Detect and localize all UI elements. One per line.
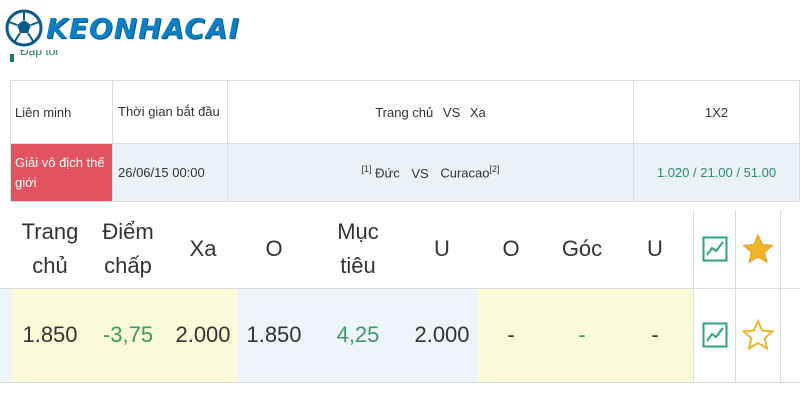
logo-text: KEONHACAI bbox=[46, 11, 240, 45]
value-away-odds[interactable]: 2.000 bbox=[166, 288, 240, 382]
col-goals: Mục tiêu 4,25 bbox=[318, 210, 398, 382]
away-team[interactable]: Curacao bbox=[440, 166, 489, 181]
favorite-star-filled-icon[interactable] bbox=[736, 210, 780, 288]
header-under-goals: U bbox=[434, 236, 450, 261]
col-home: Trang chủ 1.850 bbox=[12, 210, 88, 382]
value-over-corners: - bbox=[507, 322, 515, 347]
odds-panel: Trang chủ 1.850 Điểm chấp -3,75 Xa 2.000… bbox=[0, 210, 800, 383]
header-goals: Mục tiêu bbox=[337, 219, 379, 278]
header-vs: VS bbox=[442, 104, 461, 120]
match-table: Liên minh Thời gian bắt đầu Trang chủ VS… bbox=[10, 80, 800, 202]
value-corners: - bbox=[578, 322, 586, 347]
stats-chart-icon[interactable] bbox=[694, 288, 735, 382]
col-corners: Góc - bbox=[544, 210, 620, 382]
away-rank: [2] bbox=[489, 164, 500, 175]
value-over-goals[interactable]: 1.850 bbox=[238, 288, 310, 382]
bullet-icon bbox=[10, 53, 14, 62]
header-corners: Góc bbox=[561, 236, 603, 261]
header-league: Liên minh bbox=[10, 80, 113, 144]
header-under-corners: U bbox=[647, 236, 663, 261]
header-start-time: Thời gian bắt đầu bbox=[112, 80, 228, 144]
match-table-header: Liên minh Thời gian bắt đầu Trang chủ VS… bbox=[10, 80, 800, 144]
home-rank: [1] bbox=[361, 164, 372, 175]
header-home: Trang chủ bbox=[375, 104, 434, 120]
favorite-star-outline-icon[interactable] bbox=[736, 288, 780, 382]
col-over-corners: O - bbox=[478, 210, 544, 382]
odds-1x2-cell[interactable]: 1.020 / 21.00 / 51.00 bbox=[633, 143, 800, 202]
col-away: Xa 2.000 bbox=[166, 210, 240, 382]
col-under-goals: U 2.000 bbox=[404, 210, 480, 382]
value-goals: 4,25 bbox=[336, 322, 380, 347]
breadcrumb: Đặp tối bbox=[10, 50, 58, 64]
col-over-goals: O 1.850 bbox=[238, 210, 310, 382]
header-over-goals: O bbox=[265, 236, 283, 261]
vs-label: VS bbox=[411, 165, 429, 181]
start-time-cell: 26/06/15 00:00 bbox=[112, 143, 228, 202]
breadcrumb-label: Đặp tối bbox=[20, 50, 59, 58]
header-away-odds: Xa bbox=[189, 236, 217, 261]
home-team[interactable]: Đức bbox=[375, 166, 400, 181]
value-handicap: -3,75 bbox=[102, 322, 154, 347]
match-row[interactable]: Giải vô địch thế giới 26/06/15 00:00 [1]… bbox=[10, 143, 800, 202]
league-cell[interactable]: Giải vô địch thế giới bbox=[10, 143, 113, 202]
header-market: 1X2 bbox=[633, 80, 800, 144]
site-logo[interactable]: KEONHACAI bbox=[4, 6, 240, 50]
value-under-goals[interactable]: 2.000 bbox=[404, 288, 480, 382]
match-teams-cell[interactable]: [1] Đức VS Curacao[2] bbox=[227, 143, 634, 202]
header-away: Xa bbox=[469, 104, 486, 120]
header-over-corners: O bbox=[502, 236, 520, 261]
col-handicap: Điểm chấp -3,75 bbox=[90, 210, 166, 382]
value-under-corners: - bbox=[651, 322, 659, 347]
stats-chart-icon[interactable] bbox=[694, 210, 735, 288]
col-under-corners: U - bbox=[620, 210, 690, 382]
soccer-ball-icon bbox=[5, 9, 43, 47]
header-handicap: Điểm chấp bbox=[102, 219, 154, 278]
header-teams: Trang chủ VS Xa bbox=[227, 80, 634, 144]
header-home-odds: Trang chủ bbox=[21, 219, 79, 278]
value-home-odds[interactable]: 1.850 bbox=[12, 288, 88, 382]
